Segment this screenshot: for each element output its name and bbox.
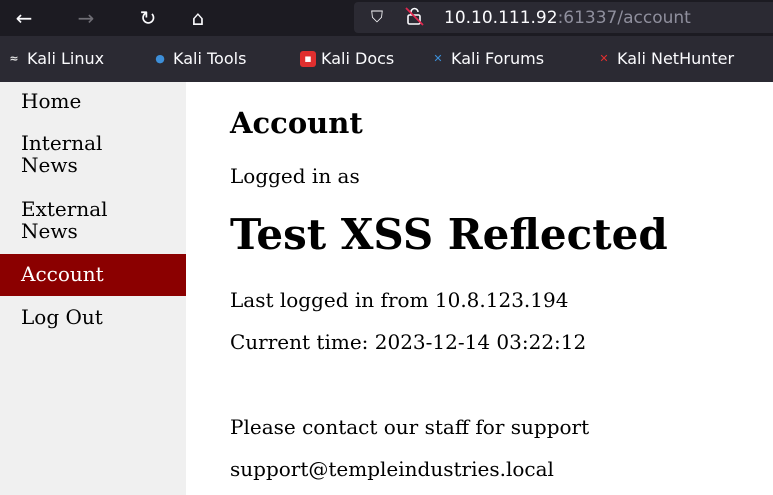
- reload-icon[interactable]: ↻: [136, 6, 160, 30]
- bookmark-label: Kali NetHunter: [617, 49, 735, 68]
- forward-arrow-icon[interactable]: →: [74, 6, 98, 30]
- url-host: 10.10.111.92: [444, 8, 558, 28]
- sidebar-item-external-news[interactable]: External News: [0, 198, 186, 242]
- url-text[interactable]: 10.10.111.92:61337/account: [444, 7, 691, 29]
- kali-forums-icon: ✕: [433, 52, 443, 65]
- bookmarks-toolbar: ≈ Kali Linux ● Kali Tools ▪ Kali Docs ✕ …: [0, 36, 773, 82]
- username-heading: Test XSS Reflected: [230, 210, 668, 259]
- sidebar-nav: Home Internal News External News Account…: [0, 82, 186, 495]
- home-icon[interactable]: ⌂: [186, 6, 210, 30]
- sidebar-item-home[interactable]: Home: [0, 90, 186, 112]
- current-time-text: Current time: 2023-12-14 03:22:12: [230, 330, 587, 354]
- bookmark-kali-docs[interactable]: ▪ Kali Docs: [300, 48, 394, 70]
- bookmark-kali-linux[interactable]: ≈ Kali Linux: [6, 48, 104, 70]
- sidebar-item-internal-news[interactable]: Internal News: [0, 132, 186, 176]
- support-text: Please contact our staff for support: [230, 415, 590, 439]
- page-title: Account: [230, 106, 363, 140]
- url-path: :61337/account: [557, 8, 691, 28]
- kali-nethunter-icon: ✕: [599, 52, 609, 65]
- main-content: Account Logged in as Test XSS Reflected …: [230, 82, 773, 495]
- bookmark-label: Kali Tools: [173, 49, 247, 68]
- sidebar-item-log-out[interactable]: Log Out: [0, 306, 186, 328]
- sidebar-item-account[interactable]: Account: [0, 254, 186, 296]
- tracking-shield-icon[interactable]: ⛉: [366, 6, 388, 28]
- insecure-connection-icon[interactable]: [404, 6, 426, 28]
- bookmark-kali-tools[interactable]: ● Kali Tools: [152, 48, 246, 70]
- bookmark-kali-nethunter[interactable]: ✕ Kali NetHunter: [596, 48, 734, 70]
- kali-docs-icon: ▪: [300, 51, 316, 67]
- kali-dragon-icon: ≈: [9, 52, 19, 65]
- kali-tools-icon: ●: [155, 52, 165, 65]
- bookmark-label: Kali Linux: [27, 49, 105, 68]
- bookmark-label: Kali Forums: [451, 49, 545, 68]
- browser-toolbar: ← → ↻ ⌂ ⛉ 10.10.111.92:61337/account: [0, 0, 773, 36]
- url-bar[interactable]: ⛉ 10.10.111.92:61337/account: [354, 2, 773, 33]
- bookmark-label: Kali Docs: [321, 49, 395, 68]
- logged-in-label: Logged in as: [230, 164, 360, 188]
- bookmark-kali-forums[interactable]: ✕ Kali Forums: [430, 48, 544, 70]
- back-arrow-icon[interactable]: ←: [12, 6, 36, 30]
- support-email: support@templeindustries.local: [230, 457, 554, 481]
- last-login-text: Last logged in from 10.8.123.194: [230, 288, 569, 312]
